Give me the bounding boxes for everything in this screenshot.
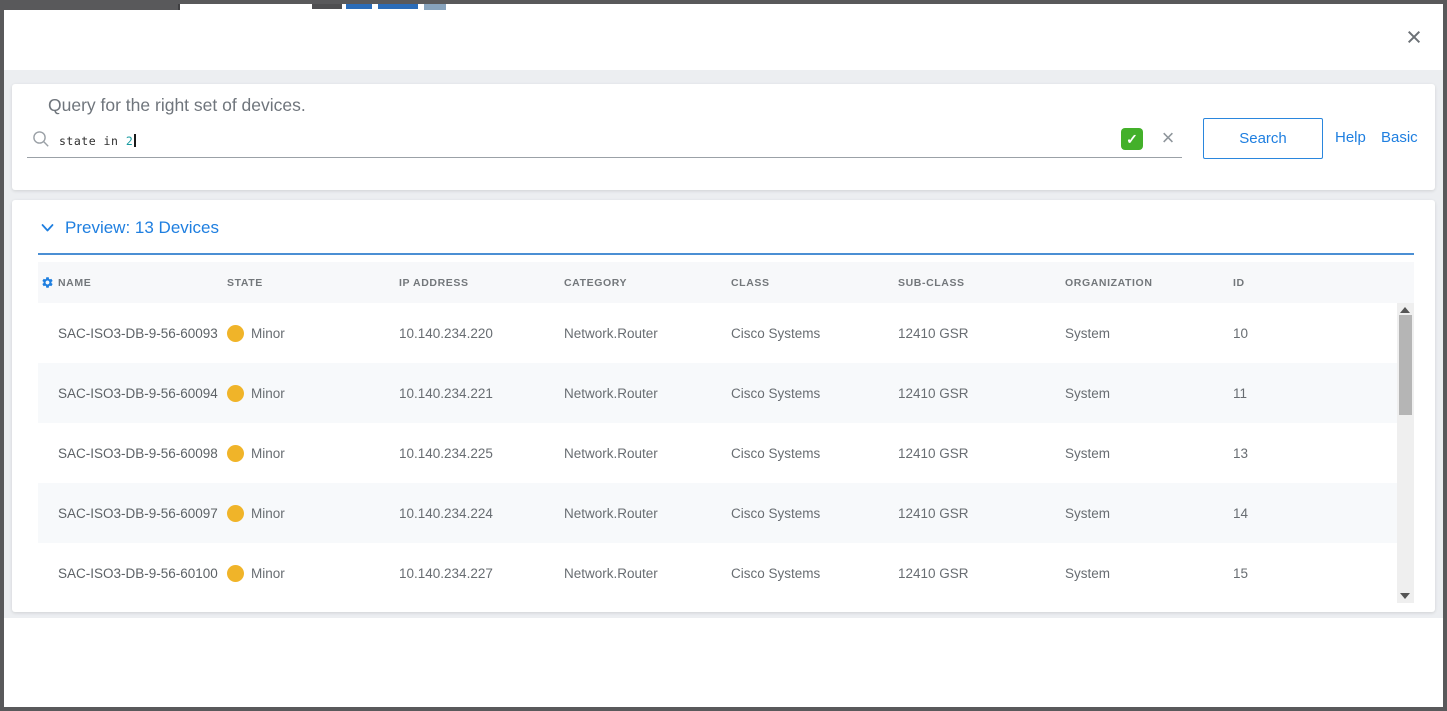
table-row[interactable]: SAC-ISO3-DB-9-56-60098 Minor 10.140.234.…: [38, 423, 1397, 483]
background-text-fragment: [312, 4, 342, 9]
search-button[interactable]: Search: [1203, 118, 1323, 159]
device-category: Network.Router: [564, 385, 658, 401]
device-id: 15: [1233, 565, 1249, 581]
background-link-fragment: [378, 4, 418, 9]
table-row[interactable]: SAC-ISO3-DB-9-56-60100 Minor 10.140.234.…: [38, 543, 1397, 603]
preview-panel: Preview: 13 Devices NAME STATE IP ADDRES…: [12, 200, 1435, 612]
basic-link[interactable]: Basic: [1381, 129, 1418, 146]
query-panel: Query for the right set of devices. stat…: [12, 84, 1435, 190]
device-category: Network.Router: [564, 565, 658, 581]
device-ip: 10.140.234.220: [399, 325, 493, 341]
device-subclass: 12410 GSR: [898, 505, 969, 521]
device-state: Minor: [227, 564, 399, 582]
state-label: Minor: [251, 505, 285, 521]
column-header-subclass[interactable]: SUB-CLASS: [898, 277, 1065, 289]
device-id: 14: [1233, 505, 1249, 521]
scrollbar-thumb[interactable]: [1399, 315, 1412, 415]
preview-divider: [38, 253, 1414, 255]
column-header-id[interactable]: ID: [1233, 277, 1414, 289]
device-name: SAC-ISO3-DB-9-56-60097: [58, 505, 218, 521]
device-subclass: 12410 GSR: [898, 445, 969, 461]
device-state: Minor: [227, 444, 399, 462]
state-label: Minor: [251, 325, 285, 341]
device-name: SAC-ISO3-DB-9-56-60093: [58, 325, 218, 341]
device-query-modal: × Query for the right set of devices. st…: [0, 0, 1447, 711]
state-minor-dot: [227, 384, 244, 402]
column-header-state[interactable]: STATE: [227, 277, 399, 289]
modal-header: ×: [4, 10, 1443, 70]
column-header-organization[interactable]: ORGANIZATION: [1065, 277, 1233, 289]
query-valid-checkbox[interactable]: ✓: [1121, 128, 1143, 150]
device-category: Network.Router: [564, 445, 658, 461]
search-icon: [33, 131, 49, 147]
device-ip: 10.140.234.221: [399, 385, 493, 401]
preview-heading[interactable]: Preview: 13 Devices: [65, 218, 219, 238]
table-row[interactable]: SAC-ISO3-DB-9-56-60093 Minor 10.140.234.…: [38, 303, 1397, 363]
device-category: Network.Router: [564, 505, 658, 521]
device-class: Cisco Systems: [731, 385, 821, 401]
help-link[interactable]: Help: [1335, 129, 1366, 146]
device-organization: System: [1065, 505, 1111, 521]
state-label: Minor: [251, 565, 285, 581]
scroll-down-icon[interactable]: [1400, 593, 1410, 599]
search-input[interactable]: state in 2: [59, 134, 137, 148]
search-input-underline: [27, 157, 1182, 158]
device-name: SAC-ISO3-DB-9-56-60098: [58, 445, 218, 461]
device-subclass: 12410 GSR: [898, 385, 969, 401]
column-header-name[interactable]: NAME: [38, 276, 227, 289]
device-id: 11: [1233, 385, 1248, 401]
close-icon[interactable]: ×: [1399, 20, 1429, 54]
device-table: SAC-ISO3-DB-9-56-60093 Minor 10.140.234.…: [38, 303, 1397, 603]
gear-icon[interactable]: [41, 276, 54, 289]
column-header-ip[interactable]: IP ADDRESS: [399, 277, 564, 289]
device-state: Minor: [227, 324, 399, 342]
state-label: Minor: [251, 445, 285, 461]
device-id: 10: [1233, 325, 1249, 341]
modal-footer: Cancel Save: [4, 618, 1443, 707]
state-minor-dot: [227, 324, 244, 342]
state-minor-dot: [227, 504, 244, 522]
device-class: Cisco Systems: [731, 325, 821, 341]
column-header-class[interactable]: CLASS: [731, 277, 898, 289]
device-id: 13: [1233, 445, 1249, 461]
table-row[interactable]: SAC-ISO3-DB-9-56-60094 Minor 10.140.234.…: [38, 363, 1397, 423]
query-text-highlight: 2: [125, 134, 134, 148]
device-organization: System: [1065, 565, 1111, 581]
query-text: state in: [59, 134, 126, 148]
device-class: Cisco Systems: [731, 445, 821, 461]
background-link-fragment: [346, 4, 372, 9]
table-scrollbar[interactable]: [1397, 303, 1414, 603]
device-organization: System: [1065, 385, 1111, 401]
device-ip: 10.140.234.227: [399, 565, 493, 581]
device-subclass: 12410 GSR: [898, 565, 969, 581]
device-name: SAC-ISO3-DB-9-56-60100: [58, 565, 218, 581]
table-header-row: NAME STATE IP ADDRESS CATEGORY CLASS SUB…: [38, 262, 1414, 303]
column-header-category[interactable]: CATEGORY: [564, 277, 731, 289]
chevron-down-icon[interactable]: [41, 223, 54, 233]
device-class: Cisco Systems: [731, 505, 821, 521]
column-label: NAME: [58, 276, 92, 289]
state-minor-dot: [227, 444, 244, 462]
device-state: Minor: [227, 504, 399, 522]
text-cursor: [134, 134, 137, 147]
table-row[interactable]: SAC-ISO3-DB-9-56-60097 Minor 10.140.234.…: [38, 483, 1397, 543]
device-organization: System: [1065, 445, 1111, 461]
clear-search-icon[interactable]: ×: [1156, 126, 1180, 150]
device-organization: System: [1065, 325, 1111, 341]
state-minor-dot: [227, 564, 244, 582]
device-ip: 10.140.234.224: [399, 505, 493, 521]
query-title: Query for the right set of devices.: [48, 95, 306, 115]
device-class: Cisco Systems: [731, 565, 821, 581]
device-subclass: 12410 GSR: [898, 325, 969, 341]
state-label: Minor: [251, 385, 285, 401]
device-name: SAC-ISO3-DB-9-56-60094: [58, 385, 218, 401]
device-state: Minor: [227, 384, 399, 402]
device-ip: 10.140.234.225: [399, 445, 493, 461]
device-category: Network.Router: [564, 325, 658, 341]
scroll-up-icon[interactable]: [1400, 307, 1410, 313]
